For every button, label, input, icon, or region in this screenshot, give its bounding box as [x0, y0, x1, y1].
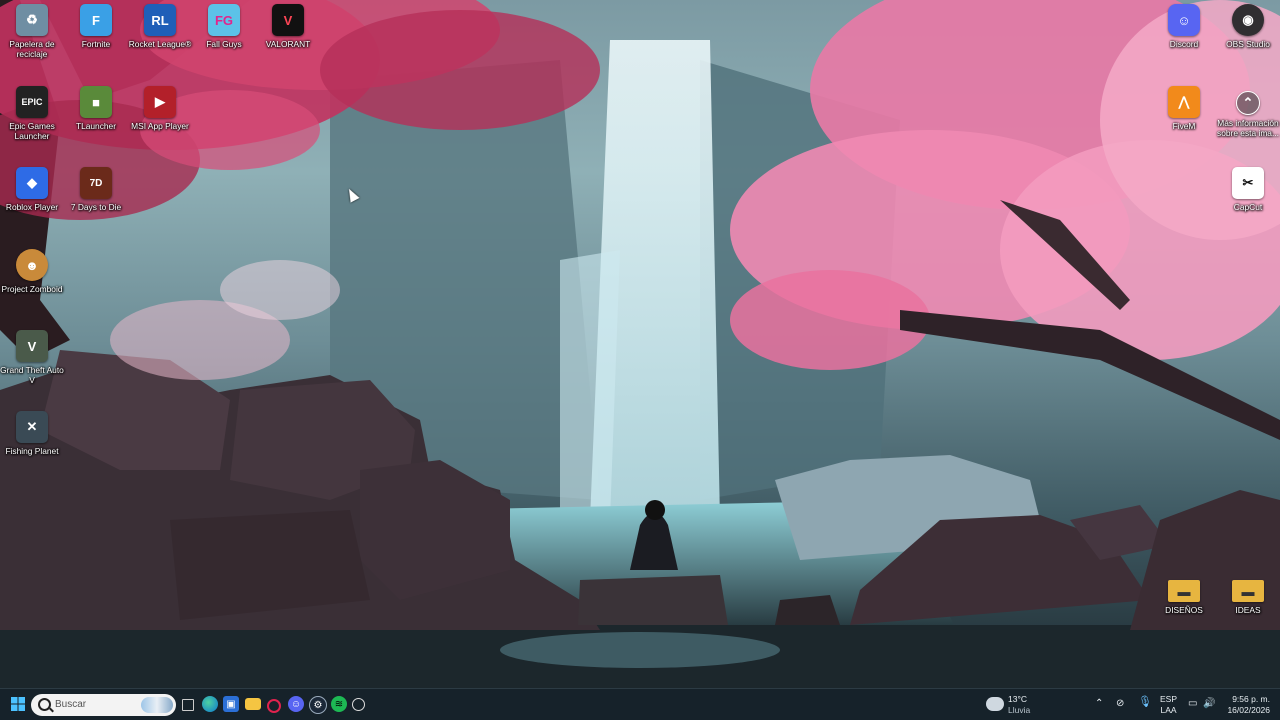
search-placeholder: Buscar [55, 699, 87, 710]
chevron-up-icon[interactable]: ⌃ [1095, 698, 1103, 709]
taskbar-search-box[interactable]: Buscar [31, 694, 176, 716]
desktop-icon-7-days-to-die[interactable]: 7D 7 Days to Die [64, 167, 128, 212]
msi-app-player-icon: ▶ [144, 86, 176, 118]
taskbar: Buscar ▣ ☺ ⚙ ≋ 13°C Lluvia ⌃ ⊘ 🎙 ESP LAA… [0, 688, 1280, 720]
spotify-icon[interactable]: ≋ [331, 696, 347, 712]
desktop-icon-learn-about-image[interactable]: ⌃ Más información sobre esta ima... [1216, 86, 1280, 138]
steam-icon[interactable]: ⚙ [309, 696, 327, 714]
desktop-icon-fortnite[interactable]: F Fortnite [64, 4, 128, 49]
valorant-icon: V [272, 4, 304, 36]
network-icon[interactable]: ▭ [1188, 698, 1197, 709]
tlauncher-icon: ■ [80, 86, 112, 118]
weather-widget[interactable]: 13°C Lluvia [1008, 694, 1030, 716]
desktop-icon-fall-guys[interactable]: FG Fall Guys [192, 4, 256, 49]
opera-gx-icon[interactable] [267, 699, 281, 713]
edge-icon[interactable] [202, 696, 218, 712]
discord-icon[interactable]: ☺ [288, 696, 304, 712]
desktop-icon-recycle-bin[interactable]: ♻ Papelera de reciclaje [0, 4, 64, 59]
fortnite-icon: F [80, 4, 112, 36]
desktop-wallpaper [0, 0, 1280, 688]
fall-guys-icon: FG [208, 4, 240, 36]
desktop-icon-fivem[interactable]: ⋀ FiveM [1152, 86, 1216, 131]
desktop-icon-valorant[interactable]: V VALORANT [256, 4, 320, 49]
cloud-rain-icon[interactable] [986, 697, 1004, 711]
epic-games-icon: EPIC [16, 86, 48, 118]
microsoft-store-icon[interactable]: ▣ [223, 696, 239, 712]
discord-icon: ☺ [1168, 4, 1200, 36]
search-icon [38, 698, 51, 711]
rocket-league-icon: RL [144, 4, 176, 36]
capcut-icon: ✂ [1232, 167, 1264, 199]
desktop-icon-roblox-player[interactable]: ◆ Roblox Player [0, 167, 64, 212]
desktop-icon-folder-disenos[interactable]: ▬ DISEÑOS [1152, 574, 1216, 615]
desktop-icon-rocket-league[interactable]: RL Rocket League® [128, 4, 192, 49]
spotlight-info-icon: ⌃ [1236, 91, 1260, 115]
microphone-icon[interactable]: 🎙 [1138, 697, 1152, 708]
obs-studio-icon: ◉ [1232, 4, 1264, 36]
desktop-icon-tlauncher[interactable]: ■ TLauncher [64, 86, 128, 131]
folder-icon: ▬ [1168, 580, 1200, 602]
desktop-icon-capcut[interactable]: ✂ CapCut [1216, 167, 1280, 212]
recycle-bin-icon: ♻ [16, 4, 48, 36]
desktop-icon-discord[interactable]: ☺ Discord [1152, 4, 1216, 49]
desktop-icon-folder-ideas[interactable]: ▬ IDEAS [1216, 574, 1280, 615]
file-explorer-icon[interactable] [245, 698, 261, 710]
desktop-icon-gta-v[interactable]: V Grand Theft Auto V [0, 330, 64, 385]
desktop-icon-epic-games-launcher[interactable]: EPIC Epic Games Launcher [0, 86, 64, 141]
task-view-icon[interactable] [182, 699, 194, 711]
desktop-icon-fishing-planet[interactable]: ✕ Fishing Planet [0, 411, 64, 456]
clock[interactable]: 9:56 p. m. 16/02/2026 [1224, 694, 1270, 716]
seven-days-to-die-icon: 7D [80, 167, 112, 199]
volume-icon[interactable]: 🔊 [1203, 698, 1215, 709]
roblox-icon: ◆ [16, 167, 48, 199]
project-zomboid-icon: ☻ [16, 249, 48, 281]
desktop-icon-project-zomboid[interactable]: ☻ Project Zomboid [0, 249, 64, 294]
fishing-planet-icon: ✕ [16, 411, 48, 443]
gta-v-icon: V [16, 330, 48, 362]
desktop-icon-msi-app-player[interactable]: ▶ MSI App Player [128, 86, 192, 131]
desktop-icon-obs-studio[interactable]: ◉ OBS Studio [1216, 4, 1280, 49]
network-off-icon[interactable]: ⊘ [1116, 698, 1124, 709]
windows-start-icon[interactable] [10, 696, 26, 712]
fivem-icon: ⋀ [1168, 86, 1200, 118]
search-highlight-art [141, 697, 173, 713]
chrome-icon[interactable] [352, 698, 365, 711]
folder-icon: ▬ [1232, 580, 1264, 602]
language-indicator[interactable]: ESP LAA [1160, 694, 1177, 716]
